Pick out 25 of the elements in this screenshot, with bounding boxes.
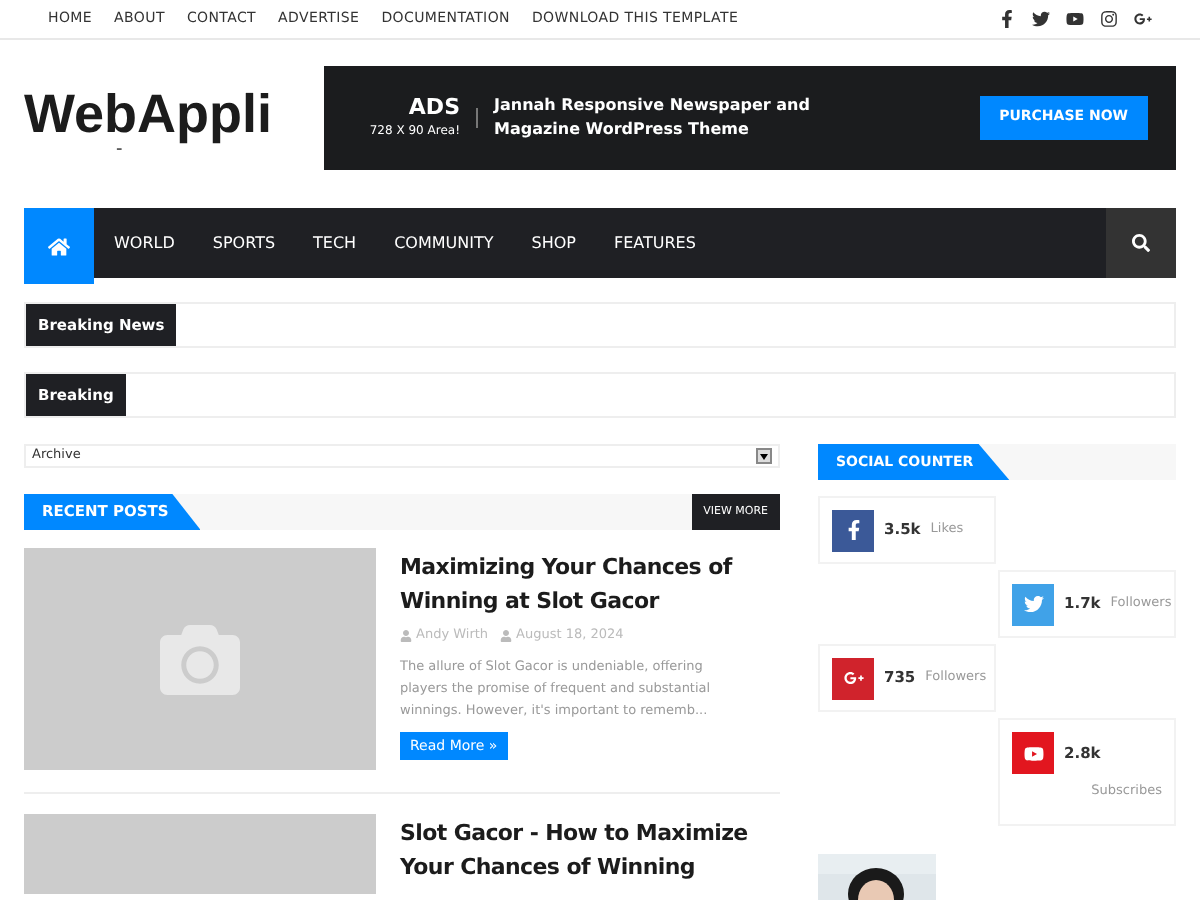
home-icon (48, 235, 70, 257)
nav-link[interactable]: SHOP (531, 231, 576, 255)
nav-link[interactable]: TECH (313, 231, 357, 255)
search-icon (1132, 234, 1150, 252)
site-tagline: - (116, 141, 123, 159)
nav-link[interactable]: WORLD (114, 231, 175, 255)
home-button[interactable] (24, 208, 94, 284)
user-icon (500, 629, 513, 642)
google-plus-icon[interactable] (1134, 10, 1152, 28)
facebook-icon[interactable] (998, 10, 1016, 28)
post-title[interactable]: Maximizing Your Chances of Winning at Slot Gacor (400, 550, 780, 618)
search-button[interactable] (1106, 208, 1176, 278)
twitter-icon[interactable] (1032, 10, 1050, 28)
youtube-icon[interactable] (1066, 10, 1084, 28)
ad-label: ADS (408, 94, 460, 122)
dropdown-arrow-icon (756, 448, 772, 464)
user-icon (400, 629, 412, 642)
instagram-icon[interactable] (1100, 10, 1118, 28)
ad-text: Jannah Responsive Newspaper and Magazine WordPress Theme (494, 93, 812, 141)
site-logo[interactable]: WebAppli (24, 87, 272, 141)
nav-link[interactable]: SPORTS (212, 231, 276, 255)
nav-link[interactable]: COMMUNITY (394, 231, 494, 255)
nav-link[interactable]: FEATURES (613, 231, 696, 255)
camera-icon (160, 619, 240, 699)
post-title[interactable]: Slot Gacor - How to Maximize Your Chances of Winning (400, 816, 780, 884)
